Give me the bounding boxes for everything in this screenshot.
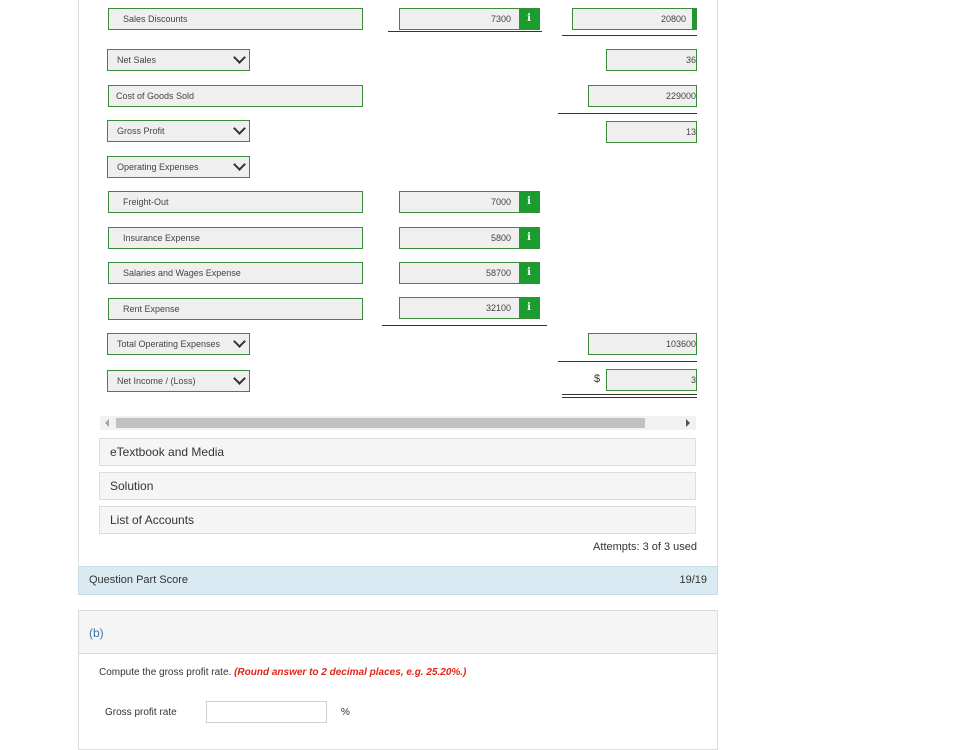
attempts-counter: Attempts: 3 of 3 used [593, 541, 697, 553]
amount-value: 32100 [485, 303, 511, 313]
info-icon-partial[interactable] [692, 9, 696, 29]
select-value: Operating Expenses [117, 162, 199, 172]
accordion-etextbook-media[interactable]: eTextbook and Media [99, 438, 696, 466]
scroll-left-arrow-icon[interactable] [105, 419, 109, 427]
chevron-down-icon [233, 335, 246, 348]
select-value: Net Income / (Loss) [117, 376, 196, 386]
question-part-score-label: Question Part Score [89, 574, 189, 586]
chevron-down-icon [233, 122, 246, 135]
part-b-label[interactable]: (b) [89, 626, 104, 640]
amount-sales-discounts[interactable]: 7300 i [399, 8, 540, 30]
underline [558, 361, 697, 362]
info-icon[interactable]: i [519, 9, 539, 29]
select-value: Net Sales [117, 55, 157, 65]
amount-insurance-expense[interactable]: 5800 i [399, 227, 540, 249]
chevron-down-icon [233, 51, 246, 64]
percent-unit: % [341, 707, 350, 718]
info-icon[interactable]: i [519, 228, 539, 248]
account-rent-expense[interactable]: Rent Expense [108, 298, 363, 320]
info-icon[interactable]: i [519, 192, 539, 212]
accordion-list-of-accounts[interactable]: List of Accounts [99, 506, 696, 534]
total-sales-discounts[interactable]: 20800 [572, 8, 697, 30]
select-gross-profit[interactable]: Gross Profit [107, 120, 250, 142]
horizontal-scrollbar[interactable] [100, 416, 696, 430]
gross-profit-rate-label: Gross profit rate [105, 707, 177, 718]
underline [558, 113, 697, 114]
chevron-down-icon [233, 158, 246, 171]
total-value: 20800 [660, 14, 686, 24]
underline [562, 35, 697, 36]
currency-symbol: $ [594, 373, 601, 385]
account-freight-out[interactable]: Freight-Out [108, 191, 363, 213]
prompt-text: Compute the gross profit rate. [99, 667, 232, 678]
select-net-income[interactable]: Net Income / (Loss) [107, 370, 250, 392]
accordion-solution[interactable]: Solution [99, 472, 696, 500]
amount-rent-expense[interactable]: 32100 i [399, 297, 540, 319]
select-net-sales[interactable]: Net Sales [107, 49, 250, 71]
amount-value: 7300 [490, 14, 511, 24]
total-operating-expenses[interactable]: 103600 [588, 333, 697, 355]
underline [388, 31, 542, 32]
total-net-sales[interactable]: 36 [606, 49, 697, 71]
scroll-right-arrow-icon[interactable] [686, 419, 690, 427]
select-total-operating-expenses[interactable]: Total Operating Expenses [107, 333, 250, 355]
scrollbar-thumb[interactable] [116, 418, 645, 428]
amount-value: 58700 [485, 268, 511, 278]
info-icon[interactable]: i [519, 298, 539, 318]
question-part-score-value: 19/19 [679, 574, 707, 586]
info-icon[interactable]: i [519, 263, 539, 283]
account-cogs[interactable]: Cost of Goods Sold [108, 85, 363, 107]
account-salaries-wages[interactable]: Salaries and Wages Expense [108, 262, 363, 284]
account-sales-discounts[interactable]: Sales Discounts [108, 8, 363, 30]
prompt-hint: (Round answer to 2 decimal places, e.g. … [234, 667, 467, 678]
part-b-panel: (b) Compute the gross profit rate. (Roun… [78, 610, 718, 750]
chevron-down-icon [233, 372, 246, 385]
amount-value: 7000 [490, 197, 511, 207]
double-underline-top [562, 394, 697, 395]
double-underline-bottom [562, 397, 697, 398]
select-operating-expenses[interactable]: Operating Expenses [107, 156, 250, 178]
amount-salaries-wages[interactable]: 58700 i [399, 262, 540, 284]
part-b-prompt: Compute the gross profit rate. (Round an… [99, 667, 466, 678]
question-part-score-bar: Question Part Score 19/19 [78, 566, 718, 595]
amount-value: 5800 [490, 233, 511, 243]
part-b-header: (b) [79, 611, 717, 654]
account-insurance-expense[interactable]: Insurance Expense [108, 227, 363, 249]
select-value: Gross Profit [117, 126, 165, 136]
gross-profit-rate-input[interactable] [206, 701, 327, 723]
total-net-income[interactable]: 3 [606, 369, 697, 391]
total-gross-profit[interactable]: 13 [606, 121, 697, 143]
total-cogs[interactable]: 229000 [588, 85, 697, 107]
amount-freight-out[interactable]: 7000 i [399, 191, 540, 213]
select-value: Total Operating Expenses [117, 339, 221, 349]
underline [382, 325, 547, 326]
